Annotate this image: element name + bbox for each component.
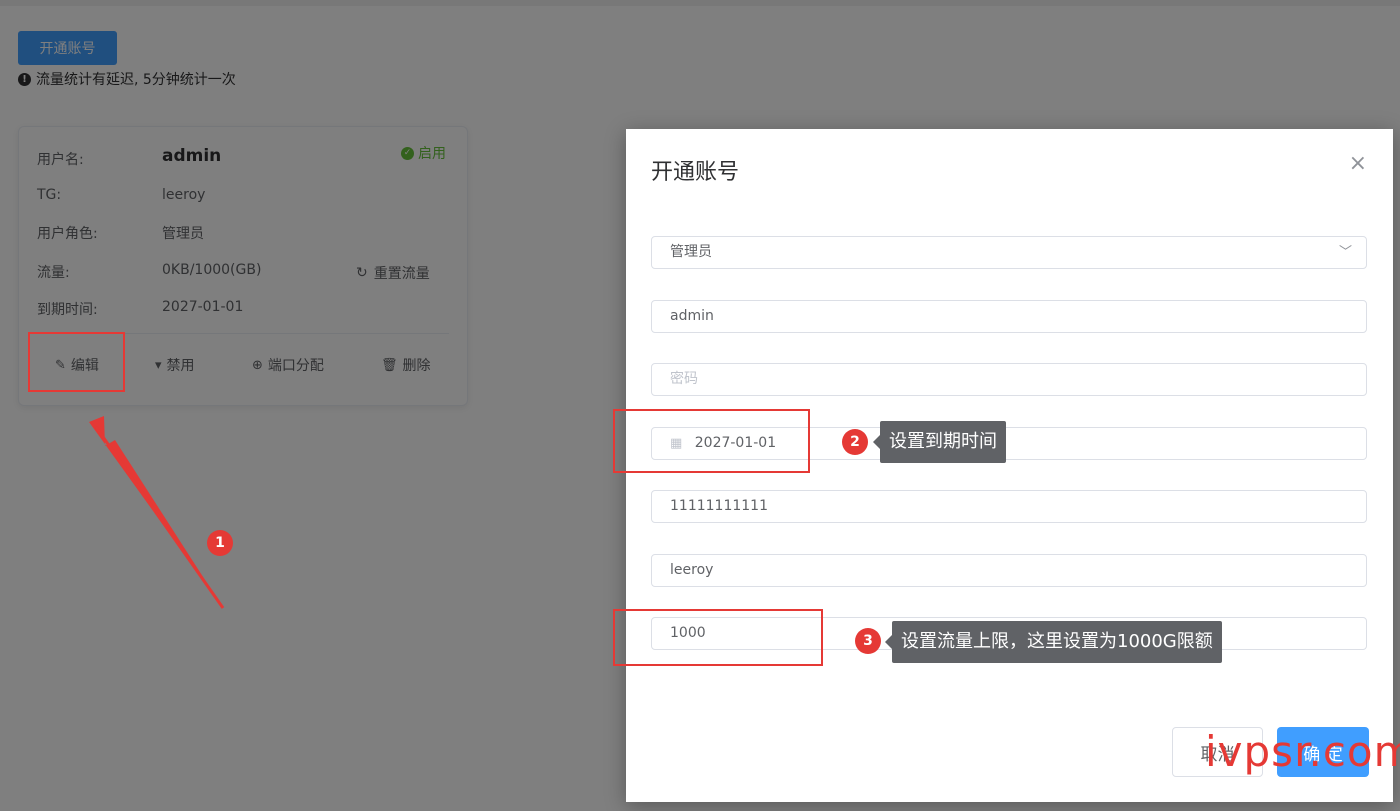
create-account-modal: 开通账号 × 管理员 ﹀ admin 密码 ▦ 2027-01-01 11111…	[626, 129, 1393, 802]
tg-input[interactable]: leeroy	[651, 554, 1367, 587]
calendar-icon: ▦	[670, 436, 683, 451]
chevron-down-icon: ﹀	[1338, 245, 1352, 260]
annotation-badge-3: 3	[855, 628, 881, 654]
password-input[interactable]: 密码	[651, 363, 1367, 396]
role-select[interactable]: 管理员 ﹀	[651, 236, 1367, 269]
expire-date-value: 2027-01-01	[694, 435, 777, 451]
username-input[interactable]: admin	[651, 300, 1367, 333]
phone-input[interactable]: 11111111111	[651, 490, 1367, 523]
expire-date-input[interactable]: ▦ 2027-01-01	[651, 427, 1367, 460]
modal-title: 开通账号	[651, 160, 740, 185]
annotation-tooltip-expire: 设置到期时间	[873, 421, 1006, 463]
annotation-badge-2: 2	[842, 429, 868, 455]
annotation-tooltip-traffic: 设置流量上限，这里设置为1000G限额	[885, 621, 1222, 663]
confirm-button[interactable]: 确 定	[1277, 727, 1369, 777]
close-icon[interactable]: ×	[1349, 153, 1367, 175]
role-select-value: 管理员	[670, 244, 712, 260]
cancel-button[interactable]: 取消	[1172, 727, 1263, 777]
annotation-badge-1: 1	[207, 530, 233, 556]
